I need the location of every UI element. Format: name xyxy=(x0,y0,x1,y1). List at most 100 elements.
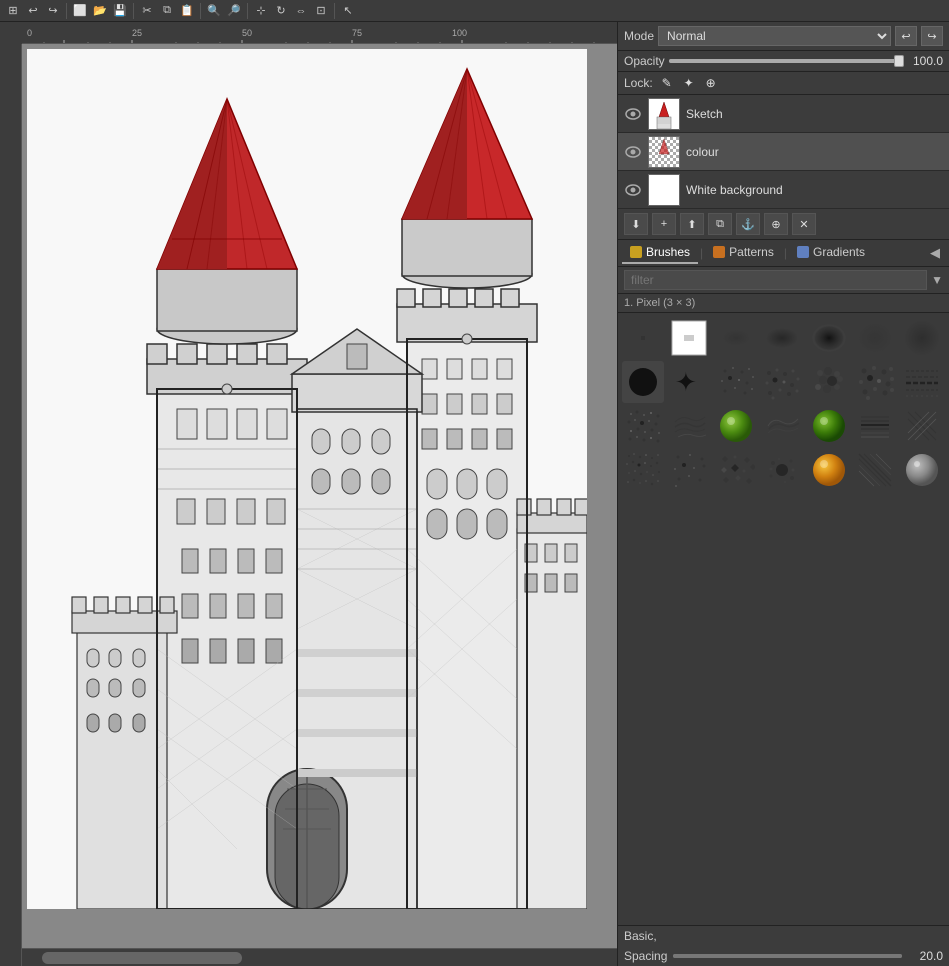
brush-stipple-2[interactable] xyxy=(761,361,803,403)
tab-brushes[interactable]: Brushes xyxy=(622,242,698,264)
filter-bar: ▼ xyxy=(618,267,949,294)
ruler-horizontal: 0 25 50 75 100 xyxy=(22,22,617,44)
brush-ink-splatter[interactable] xyxy=(761,449,803,491)
brush-wispy[interactable] xyxy=(854,317,896,359)
gradients-tab-icon xyxy=(797,246,809,258)
layer-move-up-button[interactable]: ⬆ xyxy=(680,213,704,235)
toolbar-select-icon[interactable]: ⊹ xyxy=(252,2,270,20)
brush-filter-input[interactable] xyxy=(624,270,927,290)
toolbar-save-icon[interactable]: 💾 xyxy=(111,2,129,20)
toolbar-paste-icon[interactable]: 📋 xyxy=(178,2,196,20)
layer-colour[interactable]: colour xyxy=(618,133,949,171)
brush-stipple-1[interactable] xyxy=(715,361,757,403)
brush-circle-outline[interactable] xyxy=(901,449,943,491)
brush-group-label: 1. Pixel (3 × 3) xyxy=(618,294,949,313)
bottom-bar: Basic, xyxy=(618,925,949,946)
brush-star[interactable]: ✦ xyxy=(668,361,710,403)
toolbar-transform-icon[interactable]: ⊡ xyxy=(312,2,330,20)
layer-duplicate-button[interactable]: ⧉ xyxy=(708,213,732,235)
layer-colour-name: colour xyxy=(686,145,719,159)
brush-gold-sphere[interactable] xyxy=(808,449,850,491)
toolbar-zoom-in-icon[interactable]: 🔍 xyxy=(205,2,223,20)
brush-texture-1[interactable] xyxy=(622,405,664,447)
toolbar-zoom-out-icon[interactable]: 🔎 xyxy=(225,2,243,20)
brush-big-soft[interactable] xyxy=(901,317,943,359)
layer-white-thumb xyxy=(648,174,680,206)
brushes-tabs: Brushes | Patterns | Gradients ◀ xyxy=(618,240,949,267)
canvas-container[interactable] xyxy=(22,44,617,948)
brush-green-sphere-2[interactable] xyxy=(808,405,850,447)
toolbar: ⊞ ↩ ↪ ⬜ 📂 💾 ✂ ⧉ 📋 🔍 🔎 ⊹ ↻ ⇔ ⊡ ↖ xyxy=(0,0,949,22)
lock-label: Lock: xyxy=(624,76,653,90)
brush-diagonal-lines[interactable] xyxy=(854,449,896,491)
toolbar-undo-icon[interactable]: ↩ xyxy=(24,2,42,20)
brush-dark-ellipse[interactable] xyxy=(808,317,850,359)
toolbar-rotate-icon[interactable]: ↻ xyxy=(272,2,290,20)
toolbar-copy-icon[interactable]: ⧉ xyxy=(158,2,176,20)
brush-textured-scatter[interactable] xyxy=(715,449,757,491)
filter-dropdown-arrow[interactable]: ▼ xyxy=(931,273,943,287)
brushes-panel: Brushes | Patterns | Gradients ◀ ▼ xyxy=(618,240,949,966)
toolbar-open-icon[interactable]: 📂 xyxy=(91,2,109,20)
brushes-panel-expand[interactable]: ◀ xyxy=(925,243,945,263)
spacing-bar: Spacing 20.0 xyxy=(618,946,949,966)
spacing-value: 20.0 xyxy=(908,949,943,963)
layer-merge-button[interactable]: ⊕ xyxy=(764,213,788,235)
mode-select[interactable]: Normal Multiply Screen Overlay xyxy=(658,26,891,46)
lock-all-icon[interactable]: ⊕ xyxy=(703,75,719,91)
brush-small-scatter[interactable] xyxy=(622,449,664,491)
layer-white-bg[interactable]: White background xyxy=(618,171,949,209)
brush-dash[interactable] xyxy=(901,361,943,403)
layers-area: Sketch colour xyxy=(618,95,949,209)
layer-move-down-button[interactable]: ⬇ xyxy=(624,213,648,235)
brush-small-white[interactable] xyxy=(668,317,710,359)
toolbar-sep-1 xyxy=(66,3,67,19)
layer-anchor-button[interactable]: ⚓ xyxy=(736,213,760,235)
horizontal-scrollbar[interactable] xyxy=(22,948,617,966)
mode-actions: ↩ ↪ xyxy=(895,26,943,46)
toolbar-flip-icon[interactable]: ⇔ xyxy=(292,2,310,20)
undo-button[interactable]: ↩ xyxy=(895,26,917,46)
layer-add-button[interactable]: + xyxy=(652,213,676,235)
brush-soft-2[interactable] xyxy=(761,317,803,359)
lock-position-icon[interactable]: ✦ xyxy=(681,75,697,91)
brush-crosshatch[interactable] xyxy=(901,405,943,447)
toolbar-cursor-icon[interactable]: ↖ xyxy=(339,2,357,20)
gradients-tab-label: Gradients xyxy=(813,245,865,259)
svg-text:0: 0 xyxy=(27,28,32,38)
layer-colour-visibility[interactable] xyxy=(624,143,642,161)
redo-button[interactable]: ↪ xyxy=(921,26,943,46)
brush-sparse-scatter[interactable] xyxy=(668,449,710,491)
brush-wispy-2[interactable] xyxy=(761,405,803,447)
brush-solid-circle[interactable] xyxy=(622,361,664,403)
toolbar-redo-icon[interactable]: ↪ xyxy=(44,2,62,20)
layer-sketch-visibility[interactable] xyxy=(624,105,642,123)
patterns-tab-label: Patterns xyxy=(729,245,774,259)
layer-sketch[interactable]: Sketch xyxy=(618,95,949,133)
opacity-slider[interactable] xyxy=(669,59,904,63)
tab-gradients[interactable]: Gradients xyxy=(789,242,873,264)
brush-lines[interactable] xyxy=(854,405,896,447)
brush-pixel-dot[interactable] xyxy=(622,317,664,359)
layer-white-visibility[interactable] xyxy=(624,181,642,199)
spacing-slider[interactable] xyxy=(673,954,902,958)
layer-colour-thumb xyxy=(648,136,680,168)
brush-wispy-lines[interactable] xyxy=(668,405,710,447)
brush-cloud[interactable] xyxy=(808,361,850,403)
mode-label: Mode xyxy=(624,29,654,43)
toolbar-new-icon[interactable]: ⬜ xyxy=(71,2,89,20)
opacity-label: Opacity xyxy=(624,54,665,68)
brush-soft-1[interactable] xyxy=(715,317,757,359)
tab-patterns[interactable]: Patterns xyxy=(705,242,782,264)
layer-delete-button[interactable]: ✕ xyxy=(792,213,816,235)
scroll-thumb[interactable] xyxy=(42,952,242,964)
brush-large-stipple[interactable] xyxy=(854,361,896,403)
brush-grid: ✦ xyxy=(618,313,949,925)
layer-sketch-thumb xyxy=(648,98,680,130)
svg-text:50: 50 xyxy=(242,28,252,38)
toolbar-grid-icon[interactable]: ⊞ xyxy=(4,2,22,20)
lock-pixels-icon[interactable]: ✎ xyxy=(659,75,675,91)
ruler-corner xyxy=(0,22,22,44)
toolbar-cut-icon[interactable]: ✂ xyxy=(138,2,156,20)
brush-green-sphere-1[interactable] xyxy=(715,405,757,447)
